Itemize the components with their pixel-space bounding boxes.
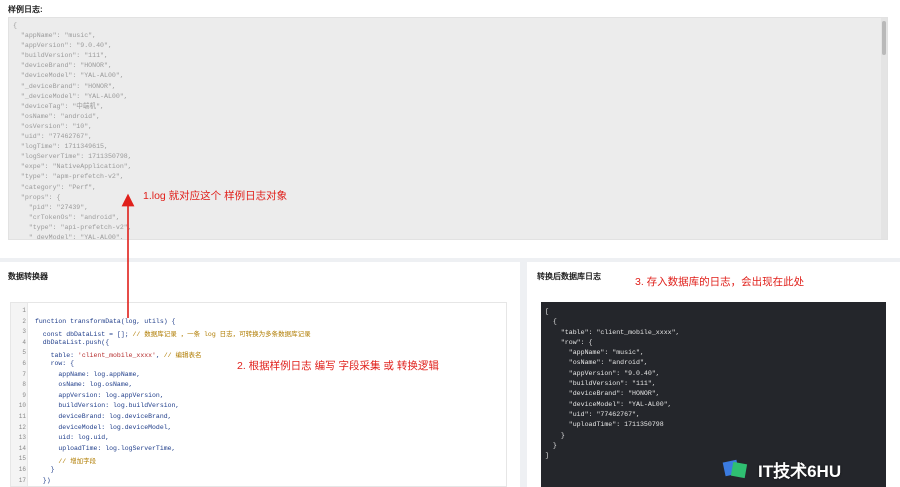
annotation-3: 3. 存入数据库的日志，会出现在此处	[635, 276, 805, 288]
annotation-arrow	[121, 193, 135, 318]
annotation-1: 1.log 就对应这个 样例日志对象	[143, 190, 288, 202]
watermark-text: IT技术6HU	[758, 461, 842, 481]
watermark-logo-icon	[722, 457, 752, 481]
watermark: IT技术6HU	[722, 454, 841, 484]
annotation-2: 2. 根据样例日志 编写 字段采集 或 转换逻辑	[237, 360, 439, 372]
page: 样例日志: { "appName": "music", "appVersion"…	[0, 0, 900, 487]
